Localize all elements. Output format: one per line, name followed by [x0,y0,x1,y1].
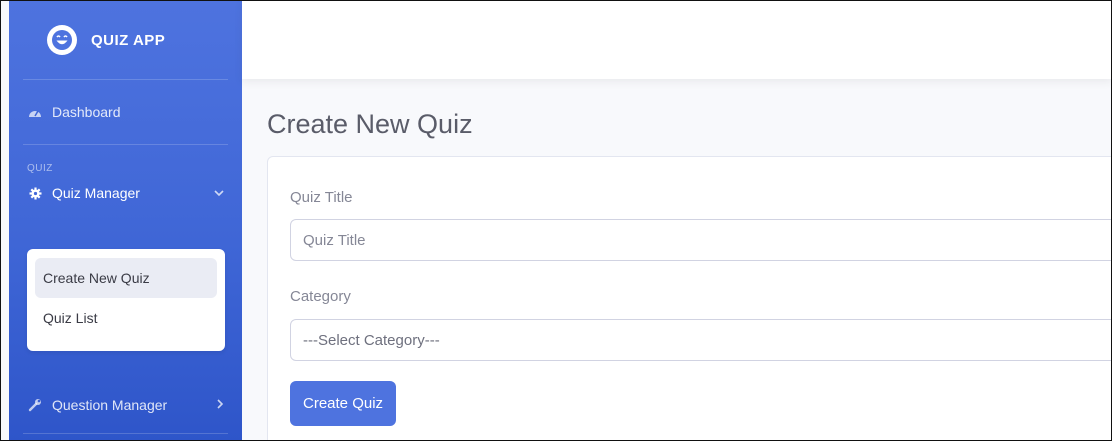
create-quiz-card: Quiz Title Category ---Select Category--… [267,156,1111,440]
category-label: Category [290,288,351,305]
brand-name: QUIZ APP [91,31,166,49]
quiz-title-input[interactable] [290,219,1111,261]
sidebar-item-label: Quiz Manager [52,185,140,201]
sidebar: QUIZ APP Dashboard QUIZ Quiz Manager Cre… [9,1,242,440]
submenu-item-label: Create New Quiz [43,270,150,286]
page-title: Create New Quiz [267,109,473,139]
quiz-submenu: Create New Quiz Quiz List [27,249,225,351]
tachometer-icon [27,106,43,118]
quiz-title-label: Quiz Title [290,189,353,206]
sidebar-item-dashboard[interactable]: Dashboard [9,80,242,144]
wrench-icon [27,398,43,412]
category-select[interactable]: ---Select Category--- [290,319,1111,361]
category-selected-value: ---Select Category--- [303,331,440,349]
submenu-item-quiz-list[interactable]: Quiz List [35,298,217,338]
submenu-item-label: Quiz List [43,310,98,326]
create-quiz-button[interactable]: Create Quiz [290,381,397,426]
app-window: QUIZ APP Dashboard QUIZ Quiz Manager Cre… [0,0,1112,441]
laughing-face-icon [47,25,77,55]
sidebar-divider [23,433,228,434]
chevron-down-icon [214,186,224,200]
sidebar-item-label: Question Manager [52,397,168,413]
sidebar-item-question-manager[interactable]: Question Manager [9,385,242,425]
cog-icon [27,187,43,200]
brand[interactable]: QUIZ APP [9,1,242,79]
sidebar-item-label: Dashboard [52,104,121,120]
topbar [242,1,1111,79]
submenu-item-create-new-quiz[interactable]: Create New Quiz [35,258,217,298]
chevron-right-icon [217,398,224,412]
sidebar-item-quiz-manager[interactable]: Quiz Manager [9,179,242,207]
